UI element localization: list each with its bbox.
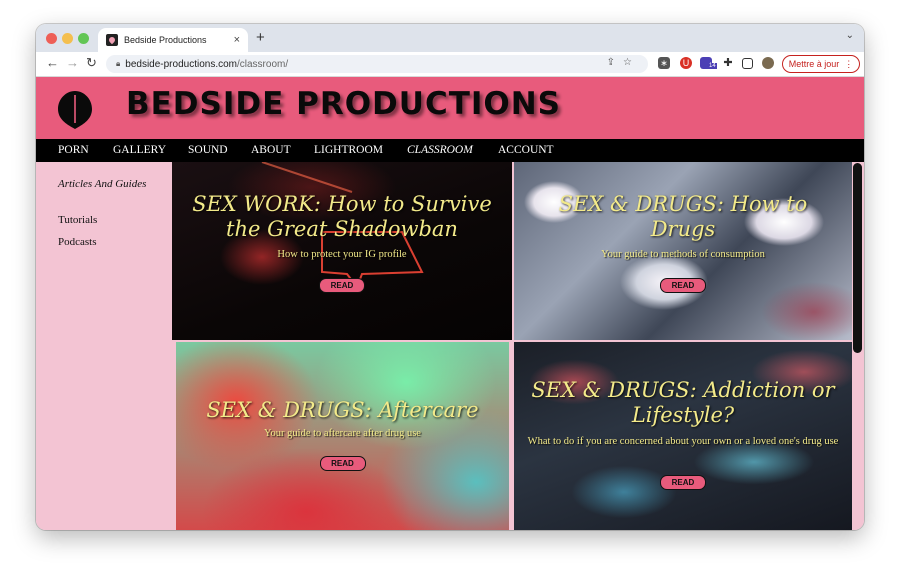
browser-tab[interactable]: Bedside Productions × [98,28,248,52]
url-host: bedside-productions.com [125,58,237,70]
tab-title: Bedside Productions [124,35,207,45]
browser-toolbar: ← → ↻ 🔒︎ bedside-productions.com /classr… [36,52,864,77]
article-card[interactable]: SEX & DRUGS: Aftercare Your guide to aft… [176,342,509,530]
lock-icon: 🔒︎ [116,59,121,68]
sidebar-item-articles[interactable]: Articles And Guides [58,178,158,190]
puzzle-extensions-icon[interactable]: ✚ [722,57,734,69]
main-nav: PORN GALLERY SOUND ABOUT LIGHTROOM CLASS… [36,139,864,162]
nav-classroom[interactable]: CLASSROOM [407,144,473,156]
profile-avatar[interactable] [762,57,774,69]
nav-account[interactable]: ACCOUNT [498,144,554,156]
new-tab-button[interactable]: + [256,29,265,46]
sidebar: Articles And Guides Tutorials Podcasts [36,162,172,530]
back-arrow-icon[interactable]: ← [46,55,59,70]
article-subtitle: How to protect your IG profile [277,249,407,260]
nav-sound[interactable]: SOUND [188,144,228,156]
update-label: Mettre à jour [788,59,840,69]
article-subtitle: What to do if you are concerned about yo… [527,436,839,447]
article-title: SEX & DRUGS: Aftercare [206,398,479,422]
minimize-window-button[interactable] [62,33,73,44]
adblock-extension-icon[interactable]: U [680,57,692,69]
web-page: BEDSIDE PRODUCTIONS PORN GALLERY SOUND A… [36,77,864,530]
article-title: SEX & DRUGS: How to Drugs [558,192,808,242]
heart-logo-icon[interactable] [54,87,96,131]
read-button[interactable]: READ [319,456,366,471]
site-favicon-icon [106,34,118,46]
tab-strip: Bedside Productions × + ⌄ [36,24,864,52]
site-title[interactable]: BEDSIDE PRODUCTIONS [126,86,561,122]
sidebar-item-podcasts[interactable]: Podcasts [58,236,158,248]
side-panel-icon[interactable] [742,58,753,69]
browser-window: Bedside Productions × + ⌄ ← → ↻ 🔒︎ bedsi… [36,24,864,530]
url-path: /classroom/ [237,58,289,70]
article-title: SEX WORK: How to Survive the Great Shado… [192,192,492,242]
article-subtitle: Your guide to aftercare after drug use [264,428,421,439]
update-button[interactable]: Mettre à jour ⋮ [782,55,860,73]
nav-about[interactable]: ABOUT [251,144,291,156]
article-grid: SEX WORK: How to Survive the Great Shado… [172,162,852,530]
article-card[interactable]: SEX & DRUGS: Addiction or Lifestyle? Wha… [514,342,852,530]
sidebar-item-tutorials[interactable]: Tutorials [58,214,158,226]
address-bar[interactable]: 🔒︎ bedside-productions.com /classroom/ ⇪… [106,55,648,73]
extension-badge-count: 14 [708,63,717,69]
zoom-window-button[interactable] [78,33,89,44]
tab-close-icon[interactable]: × [234,34,240,46]
more-menu-icon: ⋮ [844,58,854,69]
read-button[interactable]: READ [319,278,365,293]
nav-porn[interactable]: PORN [58,144,89,156]
nav-gallery[interactable]: GALLERY [113,144,166,156]
share-and-bookmark-icons[interactable]: ⇪☆ [607,57,640,68]
read-button[interactable]: READ [660,278,706,293]
article-card[interactable]: SEX WORK: How to Survive the Great Shado… [172,162,512,340]
read-button[interactable]: READ [660,475,706,490]
close-window-button[interactable] [46,33,57,44]
page-scrollbar-thumb[interactable] [853,163,862,353]
forward-arrow-icon[interactable]: → [66,55,79,70]
site-banner: BEDSIDE PRODUCTIONS [36,77,864,139]
article-card[interactable]: SEX & DRUGS: How to Drugs Your guide to … [514,162,852,340]
tab-search-chevron-icon[interactable]: ⌄ [846,30,854,41]
article-title: SEX & DRUGS: Addiction or Lifestyle? [531,378,835,428]
nav-lightroom[interactable]: LIGHTROOM [314,144,383,156]
extension-icon[interactable]: ∗ [658,57,670,69]
article-subtitle: Your guide to methods of consumption [601,249,765,260]
reload-icon[interactable]: ↻ [86,55,97,71]
